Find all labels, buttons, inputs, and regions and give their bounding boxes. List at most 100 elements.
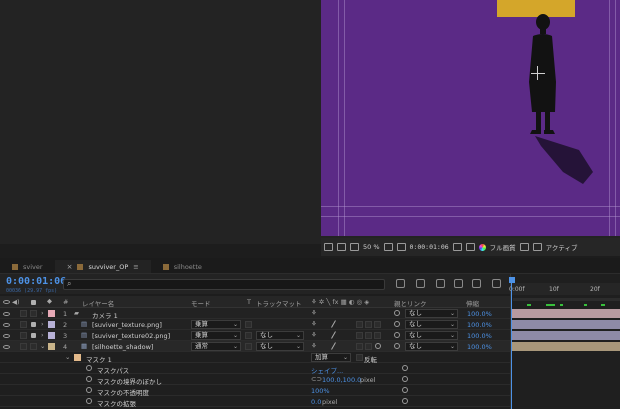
- expression-pickwhip-icon[interactable]: [402, 376, 408, 382]
- color-wheel-icon[interactable]: [478, 243, 486, 251]
- shy-layers-icon[interactable]: [436, 279, 445, 288]
- parent-pickwhip-icon[interactable]: [394, 332, 400, 338]
- expand-chevron-icon[interactable]: ›: [41, 331, 44, 339]
- stretch-value[interactable]: 100.0%: [467, 332, 492, 340]
- tab-suvviver-op[interactable]: × suvviver_OP ≡: [54, 260, 151, 273]
- preserve-transparency-toggle[interactable]: [245, 321, 252, 328]
- label-color-swatch[interactable]: [48, 310, 55, 317]
- collapse-chevron-icon[interactable]: ⌄: [40, 342, 45, 350]
- zoom-select[interactable]: 50 %: [363, 243, 380, 251]
- mask-visibility-icon[interactable]: [337, 243, 346, 251]
- expression-pickwhip-icon[interactable]: [402, 365, 408, 371]
- eye-icon[interactable]: [3, 323, 10, 327]
- frame-blending-icon[interactable]: [454, 279, 463, 288]
- collapse-transform-icon[interactable]: [375, 343, 381, 349]
- link-icon[interactable]: ⊂⊃: [311, 375, 322, 383]
- switch-box[interactable]: [356, 321, 363, 328]
- label-color-swatch[interactable]: [48, 332, 55, 339]
- trackmatte-select[interactable]: なし ⌄: [256, 331, 304, 340]
- switch-box[interactable]: [365, 321, 372, 328]
- preserve-transparency-toggle[interactable]: [245, 332, 252, 339]
- layer-search-input[interactable]: [63, 279, 385, 290]
- grid-icon[interactable]: [324, 243, 333, 251]
- property-value[interactable]: 0.0: [311, 398, 321, 406]
- active-camera-select[interactable]: アクティブ: [546, 242, 578, 252]
- playhead-handle[interactable]: [509, 277, 515, 283]
- layer-name[interactable]: [silhoette_shadow]: [92, 343, 153, 351]
- tab-silhoette[interactable]: silhoette: [151, 260, 214, 273]
- parent-select[interactable]: なし ⌄: [405, 320, 458, 329]
- col-layer-name[interactable]: レイヤー名: [82, 298, 114, 308]
- property-value[interactable]: 100.0,100.0: [322, 376, 361, 384]
- blend-mode-select[interactable]: 乗算 ⌄: [191, 320, 241, 329]
- shy-icon[interactable]: ⚘: [311, 309, 317, 317]
- tab-menu-icon[interactable]: ≡: [133, 263, 138, 271]
- playhead-line[interactable]: [511, 283, 512, 409]
- solo-toggle[interactable]: [20, 310, 27, 317]
- fit-icon[interactable]: [383, 243, 393, 251]
- lock-toggle[interactable]: [30, 310, 37, 317]
- preserve-transparency-toggle[interactable]: [245, 343, 252, 350]
- audio-icon[interactable]: ◀): [12, 298, 20, 306]
- parent-pickwhip-icon[interactable]: [394, 321, 400, 327]
- stopwatch-icon[interactable]: [86, 365, 92, 371]
- label-color-swatch[interactable]: [48, 321, 55, 328]
- solo-toggle[interactable]: [20, 321, 27, 328]
- property-value[interactable]: 100%: [311, 387, 330, 395]
- lock-icon[interactable]: [31, 333, 36, 338]
- parent-select[interactable]: なし ⌄: [405, 331, 458, 340]
- label-color-swatch[interactable]: [48, 343, 55, 350]
- work-area-bar[interactable]: [513, 298, 620, 301]
- switch-box[interactable]: [365, 343, 372, 350]
- switch-box[interactable]: [356, 332, 363, 339]
- parent-select[interactable]: なし ⌄: [405, 309, 458, 318]
- collapse-chevron-icon[interactable]: ⌄: [65, 353, 70, 361]
- layer-name[interactable]: [suviver_texture02.png]: [92, 332, 170, 340]
- eye-icon[interactable]: [3, 334, 10, 338]
- camera-snapshot-icon[interactable]: [452, 243, 462, 251]
- expression-pickwhip-icon[interactable]: [402, 398, 408, 404]
- shy-icon[interactable]: ⚘: [311, 331, 317, 339]
- switch-box[interactable]: [356, 343, 363, 350]
- viewer-timecode[interactable]: 0:00:01:06: [410, 243, 449, 251]
- composition-canvas[interactable]: [321, 0, 620, 236]
- mask-color-swatch[interactable]: [74, 354, 81, 361]
- toggle-transparency-icon[interactable]: [396, 243, 406, 251]
- time-ruler[interactable]: [511, 283, 620, 295]
- stopwatch-icon[interactable]: [86, 376, 92, 382]
- solo-toggle[interactable]: [20, 343, 27, 350]
- layer-duration-bar[interactable]: [512, 309, 620, 318]
- trackmatte-select[interactable]: なし ⌄: [256, 342, 304, 351]
- current-time-display[interactable]: 0:00:01:06: [6, 276, 66, 287]
- layer-duration-bar[interactable]: [512, 320, 620, 329]
- motion-blur-icon[interactable]: [472, 279, 481, 288]
- parent-pickwhip-icon[interactable]: [394, 310, 400, 316]
- shy-icon[interactable]: ⚘: [311, 342, 317, 350]
- expand-chevron-icon[interactable]: ›: [41, 320, 44, 328]
- switch-box[interactable]: [374, 332, 381, 339]
- layer-duration-bar[interactable]: [512, 331, 620, 340]
- eye-icon[interactable]: [3, 345, 10, 349]
- stopwatch-icon[interactable]: [86, 387, 92, 393]
- parent-select[interactable]: なし ⌄: [405, 342, 458, 351]
- label-icon[interactable]: ◆: [47, 297, 52, 305]
- show-channel-icon[interactable]: [465, 243, 475, 251]
- eye-icon[interactable]: [3, 312, 10, 316]
- video-toggle-icon[interactable]: [3, 300, 10, 304]
- property-row[interactable]: [0, 374, 510, 385]
- lock-toggle[interactable]: [30, 343, 37, 350]
- stretch-value[interactable]: 100.0%: [467, 310, 492, 318]
- property-row[interactable]: [0, 396, 510, 407]
- fast-preview-icon[interactable]: [519, 243, 529, 251]
- parent-pickwhip-icon[interactable]: [394, 343, 400, 349]
- blend-mode-select[interactable]: 乗算 ⌄: [191, 331, 241, 340]
- resolution-select[interactable]: フル画質: [490, 242, 516, 252]
- lock-icon[interactable]: [31, 300, 36, 305]
- comp-mini-flowchart-icon[interactable]: [396, 279, 405, 288]
- expand-chevron-icon[interactable]: ›: [41, 309, 44, 317]
- solo-toggle[interactable]: [20, 332, 27, 339]
- switch-box[interactable]: [365, 332, 372, 339]
- region-icon[interactable]: [350, 243, 359, 251]
- stretch-value[interactable]: 100.0%: [467, 343, 492, 351]
- blend-mode-select[interactable]: 通常 ⌄: [191, 342, 241, 351]
